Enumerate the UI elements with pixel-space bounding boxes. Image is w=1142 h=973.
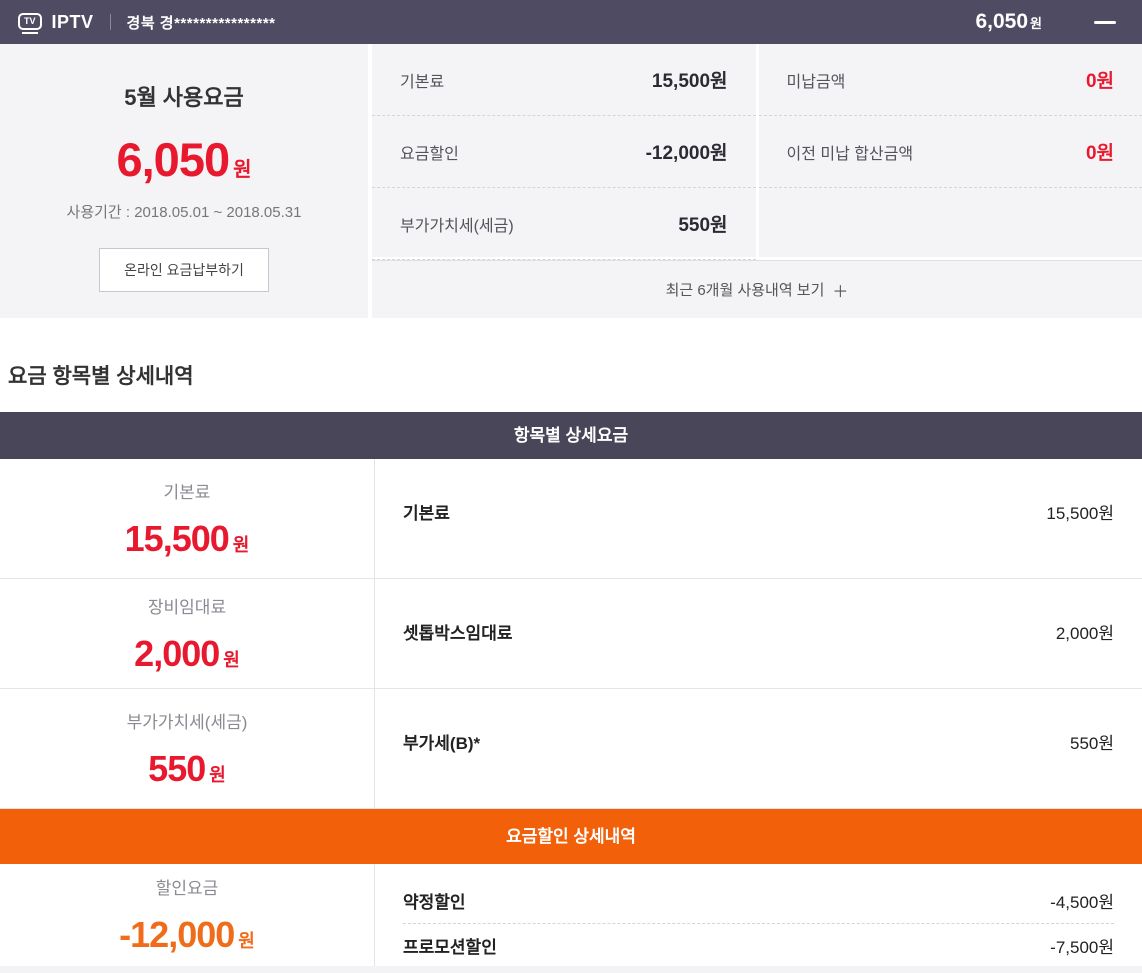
discount-items-cell: 약정할인 -4,500원 프로모션할인 -7,500원 [375, 864, 1142, 966]
fee-value: 15,500원 [652, 66, 728, 93]
unpaid-value: 0원 [1086, 66, 1114, 93]
category-amount-unit: 원 [233, 531, 250, 557]
item-value: 2,000원 [1056, 619, 1114, 644]
fee-label: 요금할인 [400, 140, 459, 164]
fee-column: 기본료 15,500원 요금할인 -12,000원 부가가치세(세금) 550원 [372, 44, 756, 257]
category-amount: 2,000 원 [134, 633, 240, 675]
unpaid-column: 미납금액 0원 이전 미납 합산금액 0원 [756, 44, 1142, 257]
recent-usage-label: 최근 6개월 사용내역 보기 [666, 279, 825, 300]
fee-summary-columns: 기본료 15,500원 요금할인 -12,000원 부가가치세(세금) 550원… [372, 44, 1142, 260]
monthly-total-amount: 6,050 원 [0, 132, 368, 187]
item-label: 기본료 [403, 499, 450, 524]
category-amount-number: 15,500 [125, 518, 229, 560]
category-cell-vat: 부가가치세(세금) 550 원 [0, 689, 375, 808]
category-amount-number: 2,000 [134, 633, 219, 675]
unpaid-label: 이전 미납 합산금액 [787, 140, 914, 164]
fee-value: -12,000원 [646, 138, 728, 165]
category-cell-equipment: 장비임대료 2,000 원 [0, 579, 375, 688]
fee-label: 부가가치세(세금) [400, 212, 514, 236]
online-payment-button[interactable]: 온라인 요금납부하기 [99, 248, 269, 292]
table-row: 장비임대료 2,000 원 셋톱박스임대료 2,000원 [0, 579, 1142, 689]
bill-summary: 5월 사용요금 6,050 원 사용기간 : 2018.05.01 ~ 2018… [0, 44, 1142, 318]
tv-icon-label: TV [18, 13, 42, 30]
topbar-amount-number: 6,050 [975, 10, 1028, 34]
category-amount-unit: 원 [238, 927, 255, 953]
unpaid-label: 미납금액 [787, 68, 846, 92]
monthly-amount-unit: 원 [233, 153, 251, 182]
topbar: TV IPTV 경북 경**************** 6,050 원 [0, 0, 1142, 44]
category-amount-unit: 원 [223, 646, 240, 672]
category-label: 기본료 [164, 478, 211, 503]
fee-summary-block: 기본료 15,500원 요금할인 -12,000원 부가가치세(세금) 550원… [368, 44, 1142, 318]
tv-icon: TV [18, 11, 42, 34]
category-label: 할인요금 [156, 874, 219, 899]
monthly-total-panel: 5월 사용요금 6,050 원 사용기간 : 2018.05.01 ~ 2018… [0, 44, 368, 318]
category-label: 부가가치세(세금) [127, 708, 248, 733]
discount-item-row: 약정할인 -4,500원 [403, 864, 1114, 924]
item-label: 프로모션할인 [403, 933, 497, 958]
discount-item-row: 프로모션할인 -7,500원 [403, 924, 1114, 966]
table-row: 할인요금 -12,000 원 약정할인 -4,500원 프로모션할인 -7,50… [0, 864, 1142, 966]
item-value: 550원 [1070, 729, 1114, 754]
item-label: 셋톱박스임대료 [403, 619, 512, 644]
item-cell: 기본료 15,500원 [375, 459, 1142, 578]
category-amount-number: 550 [148, 748, 205, 790]
item-value: -7,500원 [1050, 933, 1114, 958]
unpaid-total-row: 이전 미납 합산금액 0원 [759, 116, 1142, 188]
topbar-amount-unit: 원 [1030, 13, 1042, 32]
monthly-total-title: 5월 사용요금 [0, 80, 368, 112]
category-amount: 15,500 원 [125, 518, 250, 560]
item-cell: 셋톱박스임대료 2,000원 [375, 579, 1142, 688]
topbar-total-amount: 6,050 원 [975, 10, 1042, 34]
category-cell-discount: 할인요금 -12,000 원 [0, 864, 375, 966]
discount-table-header: 요금할인 상세내역 [0, 809, 1142, 864]
table-row: 기본료 15,500 원 기본료 15,500원 [0, 459, 1142, 579]
usage-period: 사용기간 : 2018.05.01 ~ 2018.05.31 [0, 201, 368, 222]
category-label: 장비임대료 [148, 593, 226, 618]
monthly-amount-number: 6,050 [116, 132, 229, 187]
charge-table-header: 항목별 상세요금 [0, 412, 1142, 459]
collapse-icon[interactable] [1094, 21, 1116, 24]
category-amount: 550 원 [148, 748, 226, 790]
fee-label: 기본료 [400, 68, 444, 92]
category-amount-number: -12,000 [119, 914, 234, 956]
fee-row-base: 기본료 15,500원 [372, 44, 756, 116]
item-value: 15,500원 [1046, 499, 1114, 524]
unpaid-row: 미납금액 0원 [759, 44, 1142, 116]
item-label: 약정할인 [403, 888, 466, 913]
item-cell: 부가세(B)* 550원 [375, 689, 1142, 808]
item-label: 부가세(B)* [403, 729, 480, 754]
fee-value: 550원 [678, 210, 727, 237]
category-cell-base-fee: 기본료 15,500 원 [0, 459, 375, 578]
account-name: 경북 경**************** [127, 12, 276, 33]
category-amount: -12,000 원 [119, 914, 255, 956]
item-value: -4,500원 [1050, 888, 1114, 913]
unpaid-value: 0원 [1086, 138, 1114, 165]
plus-icon: ＋ [832, 278, 848, 302]
fee-row-discount: 요금할인 -12,000원 [372, 116, 756, 188]
recent-usage-link[interactable]: 최근 6개월 사용내역 보기 ＋ [372, 260, 1142, 318]
table-row: 부가가치세(세금) 550 원 부가세(B)* 550원 [0, 689, 1142, 809]
detail-section-title: 요금 항목별 상세내역 [0, 318, 1142, 412]
category-amount-unit: 원 [209, 761, 226, 787]
topbar-divider [110, 14, 111, 30]
service-label: IPTV [52, 12, 94, 33]
next-section-edge [0, 966, 1142, 973]
fee-row-vat: 부가가치세(세금) 550원 [372, 188, 756, 260]
